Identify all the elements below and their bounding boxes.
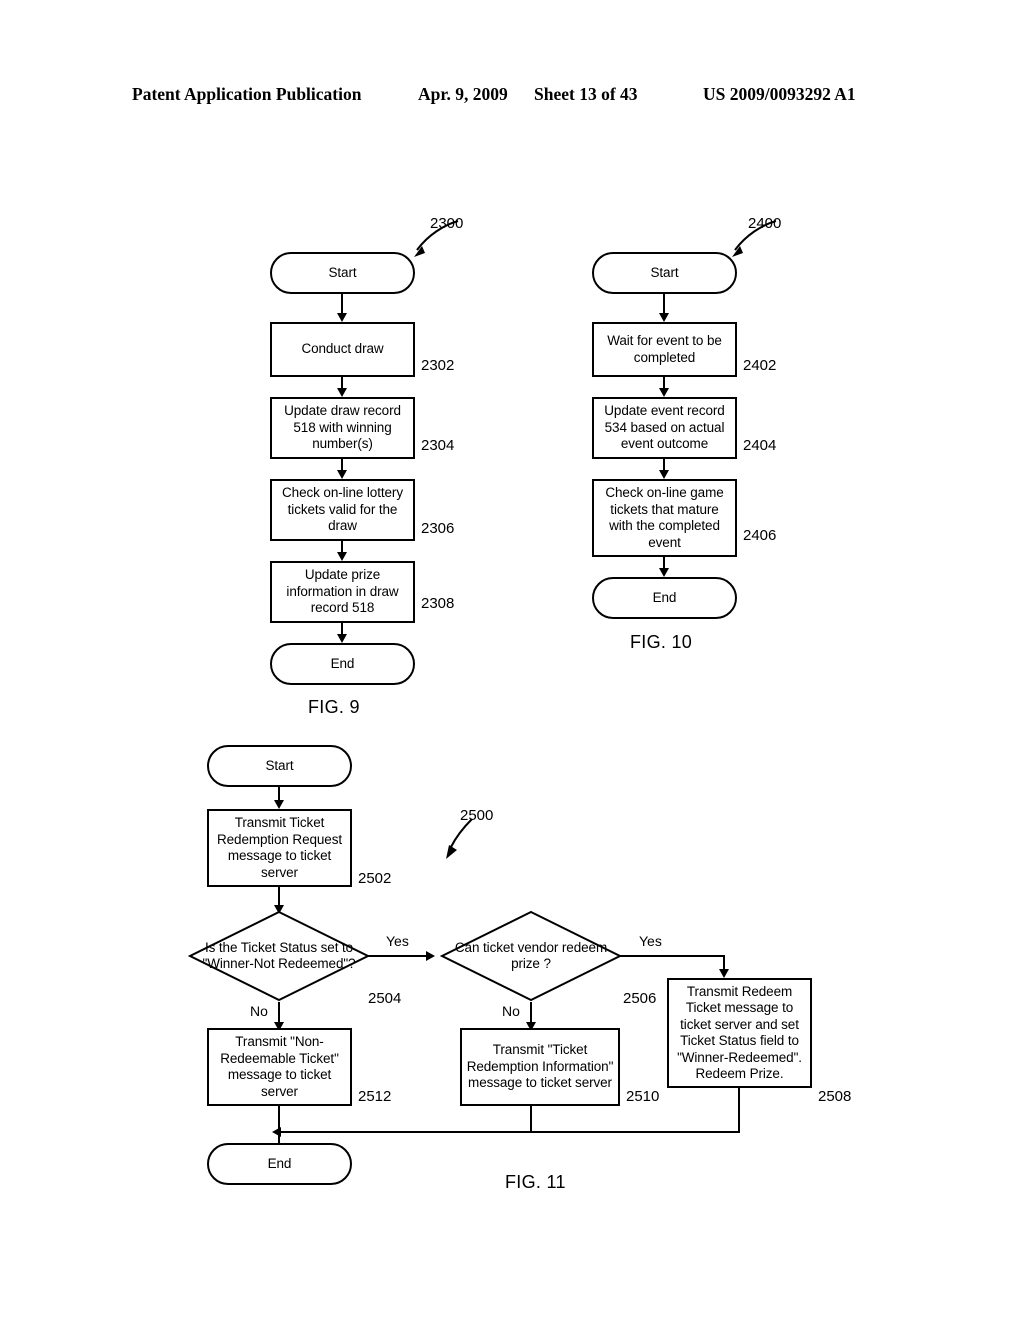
node-label: End xyxy=(652,589,677,605)
node-label: Is the Ticket Status set to "Winner-Not … xyxy=(202,939,356,972)
node-label: Can ticket vendor redeem prize ? xyxy=(454,939,608,972)
node-2406: Check on-line game tickets that mature w… xyxy=(592,479,737,557)
node-2308: Update prize information in draw record … xyxy=(270,561,415,623)
node-2302: Conduct draw xyxy=(270,322,415,377)
arrowhead xyxy=(719,969,729,978)
node-label: Update event record 534 based on actual … xyxy=(604,403,725,452)
branch-label-2506-yes: Yes xyxy=(639,933,662,949)
flow-ref-2300: 2300 xyxy=(430,215,464,232)
flow-ref-2400: 2400 xyxy=(748,215,782,232)
node-label: Transmit "Non-Redeemable Ticket" message… xyxy=(220,1034,339,1099)
node-label: End xyxy=(267,1155,292,1171)
header-patent-number: US 2009/0093292 A1 xyxy=(703,84,856,104)
branch-label-2504-no: No xyxy=(250,1003,268,1019)
node-ref-2404: 2404 xyxy=(743,437,777,454)
figure-caption-10: FIG. 10 xyxy=(630,632,693,652)
node-2404: Update event record 534 based on actual … xyxy=(592,397,737,459)
arrowhead xyxy=(659,313,669,322)
branch-label-2504-yes: Yes xyxy=(386,933,409,949)
node-ref-2504: 2504 xyxy=(368,990,402,1007)
node-label: Update draw record 518 with winning numb… xyxy=(284,403,401,452)
node-label-wrapper: Can ticket vendor redeem prize ? xyxy=(440,910,622,1002)
arrowhead xyxy=(337,552,347,561)
arrowhead xyxy=(337,388,347,397)
connector-2508-down xyxy=(738,1088,740,1133)
node-2502: Transmit Ticket Redemption Request messa… xyxy=(207,809,352,887)
node-ref-2402: 2402 xyxy=(743,357,777,374)
figure-caption-11: FIG. 11 xyxy=(505,1172,566,1192)
figure-10: 2400 Start Wait for event to be complete… xyxy=(570,205,820,652)
node-2506-decision: Can ticket vendor redeem prize ? xyxy=(440,910,622,1002)
figure-11: Start 2500 Transmit Ticket Redemption Re… xyxy=(180,735,880,1205)
connector-2504-yes xyxy=(368,955,430,957)
node-label: Transmit "Ticket Redemption Information"… xyxy=(466,1042,614,1091)
arrowhead xyxy=(337,634,347,643)
node-ref-2506: 2506 xyxy=(623,990,657,1007)
figure-caption-9: FIG. 9 xyxy=(308,697,360,717)
arrowhead xyxy=(274,800,284,809)
node-start-2300: Start xyxy=(270,252,415,294)
node-start-2400: Start xyxy=(592,252,737,294)
node-label: Check on-line lottery tickets valid for … xyxy=(282,485,403,534)
node-label-wrapper: Is the Ticket Status set to "Winner-Not … xyxy=(188,910,370,1002)
node-end-fig11: End xyxy=(207,1143,352,1185)
node-2508: Transmit Redeem Ticket message to ticket… xyxy=(667,978,812,1088)
header-publication-date: Apr. 9, 2009 xyxy=(418,84,508,104)
node-label: Check on-line game tickets that mature w… xyxy=(605,485,724,550)
node-2304: Update draw record 518 with winning numb… xyxy=(270,397,415,459)
connector-2506-yes-h xyxy=(620,955,725,957)
header-publication-title: Patent Application Publication xyxy=(132,84,362,104)
node-label: Conduct draw xyxy=(301,341,384,357)
connector-2510-to-merge xyxy=(530,1106,532,1133)
branch-label-2506-no: No xyxy=(502,1003,520,1019)
arrowhead xyxy=(337,470,347,479)
node-label: Wait for event to be completed xyxy=(607,333,722,365)
node-end-fig10: End xyxy=(592,577,737,619)
node-label: Start xyxy=(265,757,294,773)
node-end-fig9: End xyxy=(270,643,415,685)
arrowhead xyxy=(426,951,435,961)
node-2504-decision: Is the Ticket Status set to "Winner-Not … xyxy=(188,910,370,1002)
figure-9: 2300 Start Conduct draw 2302 Update draw… xyxy=(250,205,500,717)
node-2510: Transmit "Ticket Redemption Information"… xyxy=(460,1028,620,1106)
node-2402: Wait for event to be completed xyxy=(592,322,737,377)
arrowhead xyxy=(337,313,347,322)
arrowhead xyxy=(659,470,669,479)
node-label: Transmit Ticket Redemption Request messa… xyxy=(216,815,343,880)
flow-ref-2500: 2500 xyxy=(460,807,494,824)
node-start-2500: Start xyxy=(207,745,352,787)
node-ref-2306: 2306 xyxy=(421,520,455,537)
arrowhead xyxy=(659,388,669,397)
node-label: Update prize information in draw record … xyxy=(286,567,399,616)
node-ref-2308: 2308 xyxy=(421,595,455,612)
node-ref-2302: 2302 xyxy=(421,357,455,374)
node-2306: Check on-line lottery tickets valid for … xyxy=(270,479,415,541)
page-header: Patent Application Publication Apr. 9, 2… xyxy=(0,84,1024,110)
node-ref-2510: 2510 xyxy=(626,1088,660,1105)
node-label: End xyxy=(330,655,355,671)
connector-merge-bus xyxy=(278,1131,740,1133)
node-ref-2406: 2406 xyxy=(743,527,777,544)
node-2512: Transmit "Non-Redeemable Ticket" message… xyxy=(207,1028,352,1106)
node-label: Transmit Redeem Ticket message to ticket… xyxy=(677,983,802,1082)
node-ref-2512: 2512 xyxy=(358,1088,392,1105)
node-ref-2304: 2304 xyxy=(421,437,455,454)
header-sheet-number: Sheet 13 of 43 xyxy=(534,84,638,104)
node-ref-2508: 2508 xyxy=(818,1088,852,1105)
arrowhead xyxy=(659,568,669,577)
node-label: Start xyxy=(328,264,357,280)
node-ref-2502: 2502 xyxy=(358,870,392,887)
node-label: Start xyxy=(650,264,679,280)
